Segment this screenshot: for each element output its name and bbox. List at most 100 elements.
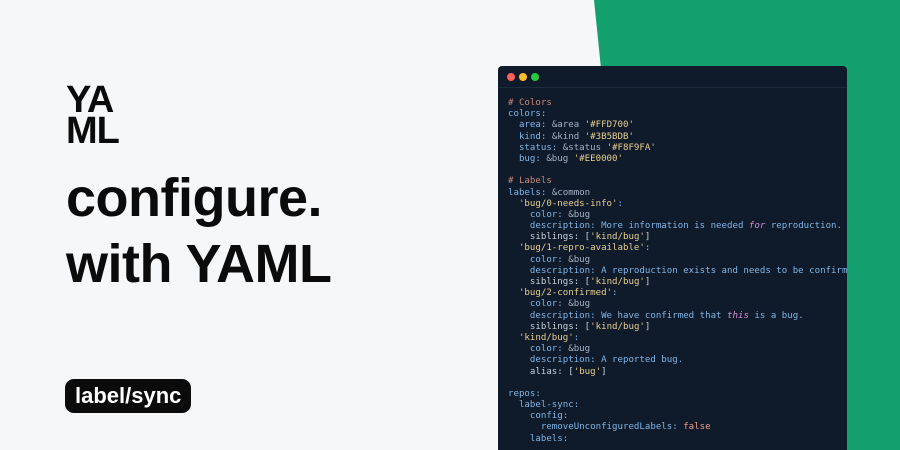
headline-line-1: configure. xyxy=(66,168,323,228)
code-editor-window: # Colors colors: area: &area '#FFD700' ki… xyxy=(498,66,847,450)
code-token: A reproduction exists and needs to be co… xyxy=(601,265,847,276)
yaml-logo: YA ML xyxy=(66,81,120,152)
code-line: 'bug/1-repro-available': xyxy=(508,243,847,254)
code-token: description: xyxy=(508,355,602,366)
code-token: '#F8F9FA' xyxy=(606,142,656,153)
code-token: reproduction. xyxy=(765,221,842,232)
code-line: 'bug/2-confirmed': xyxy=(508,288,847,299)
code-line: kind: &kind '#3B5BDB' xyxy=(508,132,847,143)
code-token: More information is needed xyxy=(601,221,749,232)
code-token: &bug xyxy=(568,254,591,265)
code-line: description: A reproduction exists and n… xyxy=(508,266,847,277)
code-token: &status xyxy=(562,142,607,153)
code-token: color: xyxy=(508,344,569,355)
code-token: 'kind/bug' xyxy=(590,321,645,332)
code-line: description: We have confirmed that this… xyxy=(508,311,847,322)
code-token: &area xyxy=(551,120,585,131)
code-token: description: xyxy=(508,310,602,321)
code-token: kind: xyxy=(508,131,552,142)
code-token: 'kind/bug' xyxy=(508,332,574,343)
code-line: siblings: ['kind/bug'] xyxy=(508,232,847,243)
code-line: 'kind/bug': xyxy=(508,333,847,344)
code-token: for xyxy=(748,221,766,232)
code-token: description: xyxy=(508,221,602,232)
minimize-window-dot-icon xyxy=(519,73,527,81)
code-token: siblings: xyxy=(508,232,585,243)
code-token: '#3B5BDB' xyxy=(584,131,634,142)
code-token: label-sync: xyxy=(508,400,580,411)
code-line: colors: xyxy=(508,109,847,120)
code-token: '#EE0000' xyxy=(573,153,623,164)
label-sync-badge: label/sync xyxy=(65,379,192,413)
code-token: 'bug/2-confirmed' xyxy=(508,288,613,299)
code-token: &common xyxy=(551,187,591,198)
editor-titlebar xyxy=(498,66,847,88)
code-token: labels: xyxy=(508,433,569,444)
code-token: &bug xyxy=(568,344,591,355)
code-token: alias: xyxy=(508,366,569,377)
code-token: area: xyxy=(508,120,552,131)
code-token: 'bug' xyxy=(573,366,602,377)
code-token: '#FFD700' xyxy=(584,120,634,131)
code-line: bug: &bug '#EE0000' xyxy=(508,154,847,165)
code-line: color: &bug xyxy=(508,344,847,355)
code-token: siblings: xyxy=(508,277,585,287)
code-line: color: &bug xyxy=(508,210,847,221)
code-token: description: xyxy=(508,265,602,276)
code-line: siblings: ['kind/bug'] xyxy=(508,322,847,333)
code-token: # Labels xyxy=(508,176,552,187)
code-line: alias: ['bug'] xyxy=(508,367,847,378)
code-line: status: &status '#F8F9FA' xyxy=(508,143,847,154)
code-line: siblings: ['kind/bug'] xyxy=(508,277,847,288)
code-token: 'bug/1-repro-available' xyxy=(508,243,645,254)
code-token: labels: xyxy=(508,187,552,198)
code-line: color: &bug xyxy=(508,255,847,266)
code-token: siblings: xyxy=(508,321,585,332)
headline-line-2: with YAML xyxy=(66,234,332,294)
code-token: 'kind/bug' xyxy=(590,232,645,243)
code-token: repos: xyxy=(508,388,541,399)
code-line: labels: xyxy=(508,434,847,445)
code-token: false xyxy=(683,422,711,433)
code-token: &bug xyxy=(568,209,591,220)
code-token: color: xyxy=(508,254,569,265)
code-token: status: xyxy=(508,142,563,153)
code-token: bug: xyxy=(508,153,547,164)
headline: configure. with YAML xyxy=(66,165,332,297)
code-token: : xyxy=(612,288,618,299)
code-token: ] xyxy=(644,277,651,287)
maximize-window-dot-icon xyxy=(531,73,539,81)
code-token: colors: xyxy=(508,109,547,120)
code-line: removeUnconfiguredLabels: false xyxy=(508,422,847,433)
code-token: : xyxy=(644,243,651,254)
code-token: 'kind/bug' xyxy=(590,277,645,287)
code-line: repos: xyxy=(508,389,847,400)
code-token: : xyxy=(617,198,623,209)
code-token: this xyxy=(727,310,749,321)
code-token: &bug xyxy=(546,153,574,164)
code-token: &bug xyxy=(568,299,591,310)
yaml-code-block: # Colors colors: area: &area '#FFD700' ki… xyxy=(498,88,847,445)
code-token: ] xyxy=(644,321,651,332)
code-token: A reported bug. xyxy=(601,355,684,366)
code-line: labels: &common xyxy=(508,188,847,199)
code-line: # Labels xyxy=(508,176,847,187)
code-line: description: A reported bug. xyxy=(508,355,847,366)
code-line: # Colors xyxy=(508,98,847,109)
code-line: area: &area '#FFD700' xyxy=(508,120,847,131)
logo-line-2: ML xyxy=(66,110,120,152)
code-token: &kind xyxy=(551,131,585,142)
code-token: is a bug. xyxy=(748,310,804,321)
code-line: color: &bug xyxy=(508,299,847,310)
code-token: config: xyxy=(508,411,569,422)
code-line: config: xyxy=(508,411,847,422)
code-line: description: More information is needed … xyxy=(508,221,847,232)
code-line: label-sync: xyxy=(508,400,847,411)
code-token: # Colors xyxy=(508,98,552,108)
code-token: : xyxy=(573,332,580,343)
code-token: ] xyxy=(601,366,607,377)
close-window-dot-icon xyxy=(507,73,515,81)
code-token: removeUnconfiguredLabels: xyxy=(508,422,684,433)
